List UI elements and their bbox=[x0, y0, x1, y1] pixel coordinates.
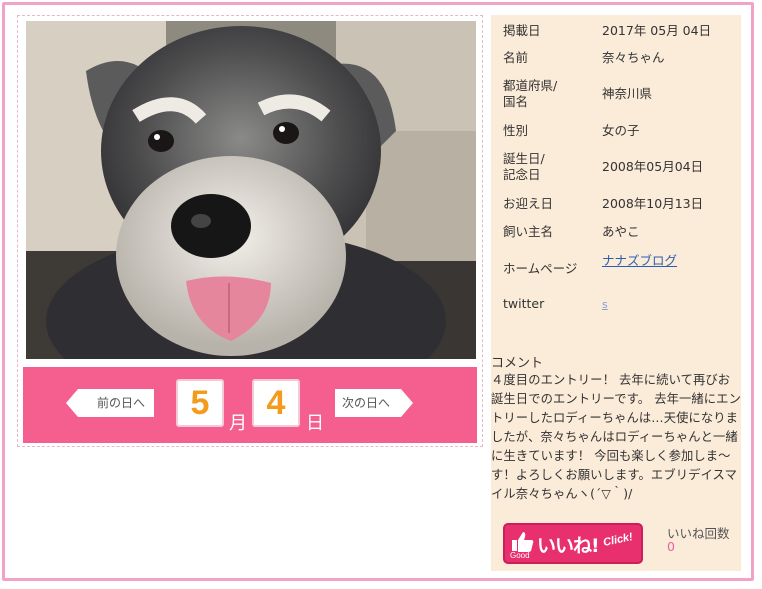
like-count-label: いいね回数 bbox=[667, 526, 730, 541]
owner-label: 飼い主名 bbox=[503, 224, 554, 239]
like-button-label: いいね! bbox=[537, 535, 600, 557]
month-number: 5 bbox=[176, 379, 224, 427]
photo-card: 前の日へ 5 月 4 日 次の日へ bbox=[17, 15, 483, 447]
month-unit: 月 bbox=[229, 413, 247, 434]
dog-photo bbox=[26, 21, 476, 359]
birthday-value: 2008年05月04日 bbox=[602, 159, 704, 174]
homepage-link[interactable]: ナナズブログ bbox=[602, 253, 677, 268]
click-label: Click! bbox=[602, 531, 634, 549]
prev-day-button[interactable]: 前の日へ bbox=[66, 389, 154, 417]
twitter-link[interactable]: s bbox=[602, 298, 608, 311]
profile-panel: 掲載日 2017年 05月 04日 名前 奈々ちゃん 都道府県/ 国名 神奈川県… bbox=[491, 15, 741, 571]
gender-value: 女の子 bbox=[602, 123, 640, 138]
adoption-date-label: お迎え日 bbox=[503, 196, 554, 211]
day-unit: 日 bbox=[306, 413, 324, 434]
date-navigation-bar: 前の日へ 5 月 4 日 次の日へ bbox=[23, 367, 477, 443]
gender-label: 性別 bbox=[503, 123, 529, 138]
comment-label: コメント bbox=[491, 356, 544, 371]
prefecture-label: 都道府県/ 国名 bbox=[503, 78, 558, 109]
next-day-button[interactable]: 次の日へ bbox=[335, 389, 413, 417]
homepage-value: ナナズブログ bbox=[602, 253, 677, 269]
like-button[interactable]: Good いいね! Click! bbox=[503, 523, 643, 564]
like-count-value: 0 bbox=[667, 539, 675, 554]
post-date-label: 掲載日 bbox=[503, 23, 541, 38]
twitter-label: twitter bbox=[503, 296, 545, 311]
name-label: 名前 bbox=[503, 50, 529, 65]
comment-text: ４度目のエントリー！ 去年に続いて再びお誕生日でのエントリーです。 去年一緒にエ… bbox=[491, 373, 741, 501]
twitter-value: s bbox=[602, 296, 608, 313]
prefecture-value: 神奈川県 bbox=[602, 86, 653, 101]
owner-value: あやこ bbox=[602, 224, 640, 239]
good-label: Good bbox=[510, 551, 530, 560]
adoption-date-value: 2008年10月13日 bbox=[602, 196, 704, 211]
homepage-label: ホームページ bbox=[503, 261, 578, 276]
name-value: 奈々ちゃん bbox=[602, 50, 665, 65]
day-number: 4 bbox=[252, 379, 300, 427]
post-date-value: 2017年 05月 04日 bbox=[602, 23, 712, 38]
birthday-label: 誕生日/ 記念日 bbox=[503, 151, 545, 182]
